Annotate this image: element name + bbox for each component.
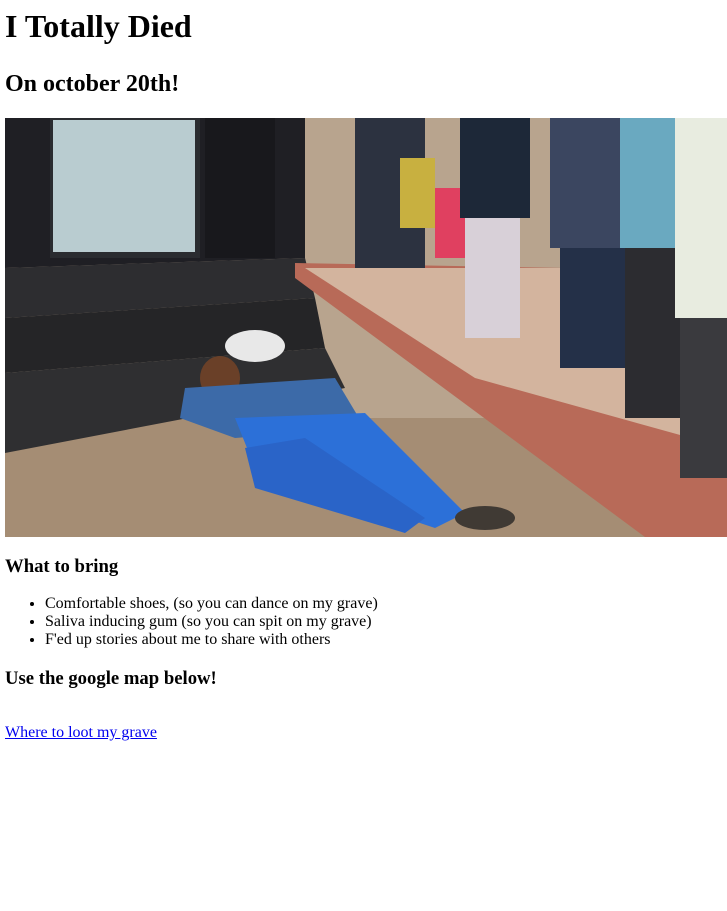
map-heading: Use the google map below!	[5, 668, 217, 689]
street-photo	[5, 118, 727, 537]
list-item: Saliva inducing gum (so you can spit on …	[45, 613, 722, 631]
page-content: I Totally Died On october 20th! What to …	[0, 8, 727, 742]
map-link-container: Where to loot my grave	[5, 724, 722, 742]
page-subtitle: On october 20th!	[5, 71, 180, 97]
list-item: Comfortable shoes, (so you can dance on …	[45, 595, 722, 613]
bring-heading: What to bring	[5, 556, 119, 577]
page-title: I Totally Died	[5, 8, 192, 44]
map-link[interactable]: Where to loot my grave	[5, 724, 157, 741]
bring-list: Comfortable shoes, (so you can dance on …	[5, 595, 722, 649]
list-item: F'ed up stories about me to share with o…	[45, 631, 722, 649]
